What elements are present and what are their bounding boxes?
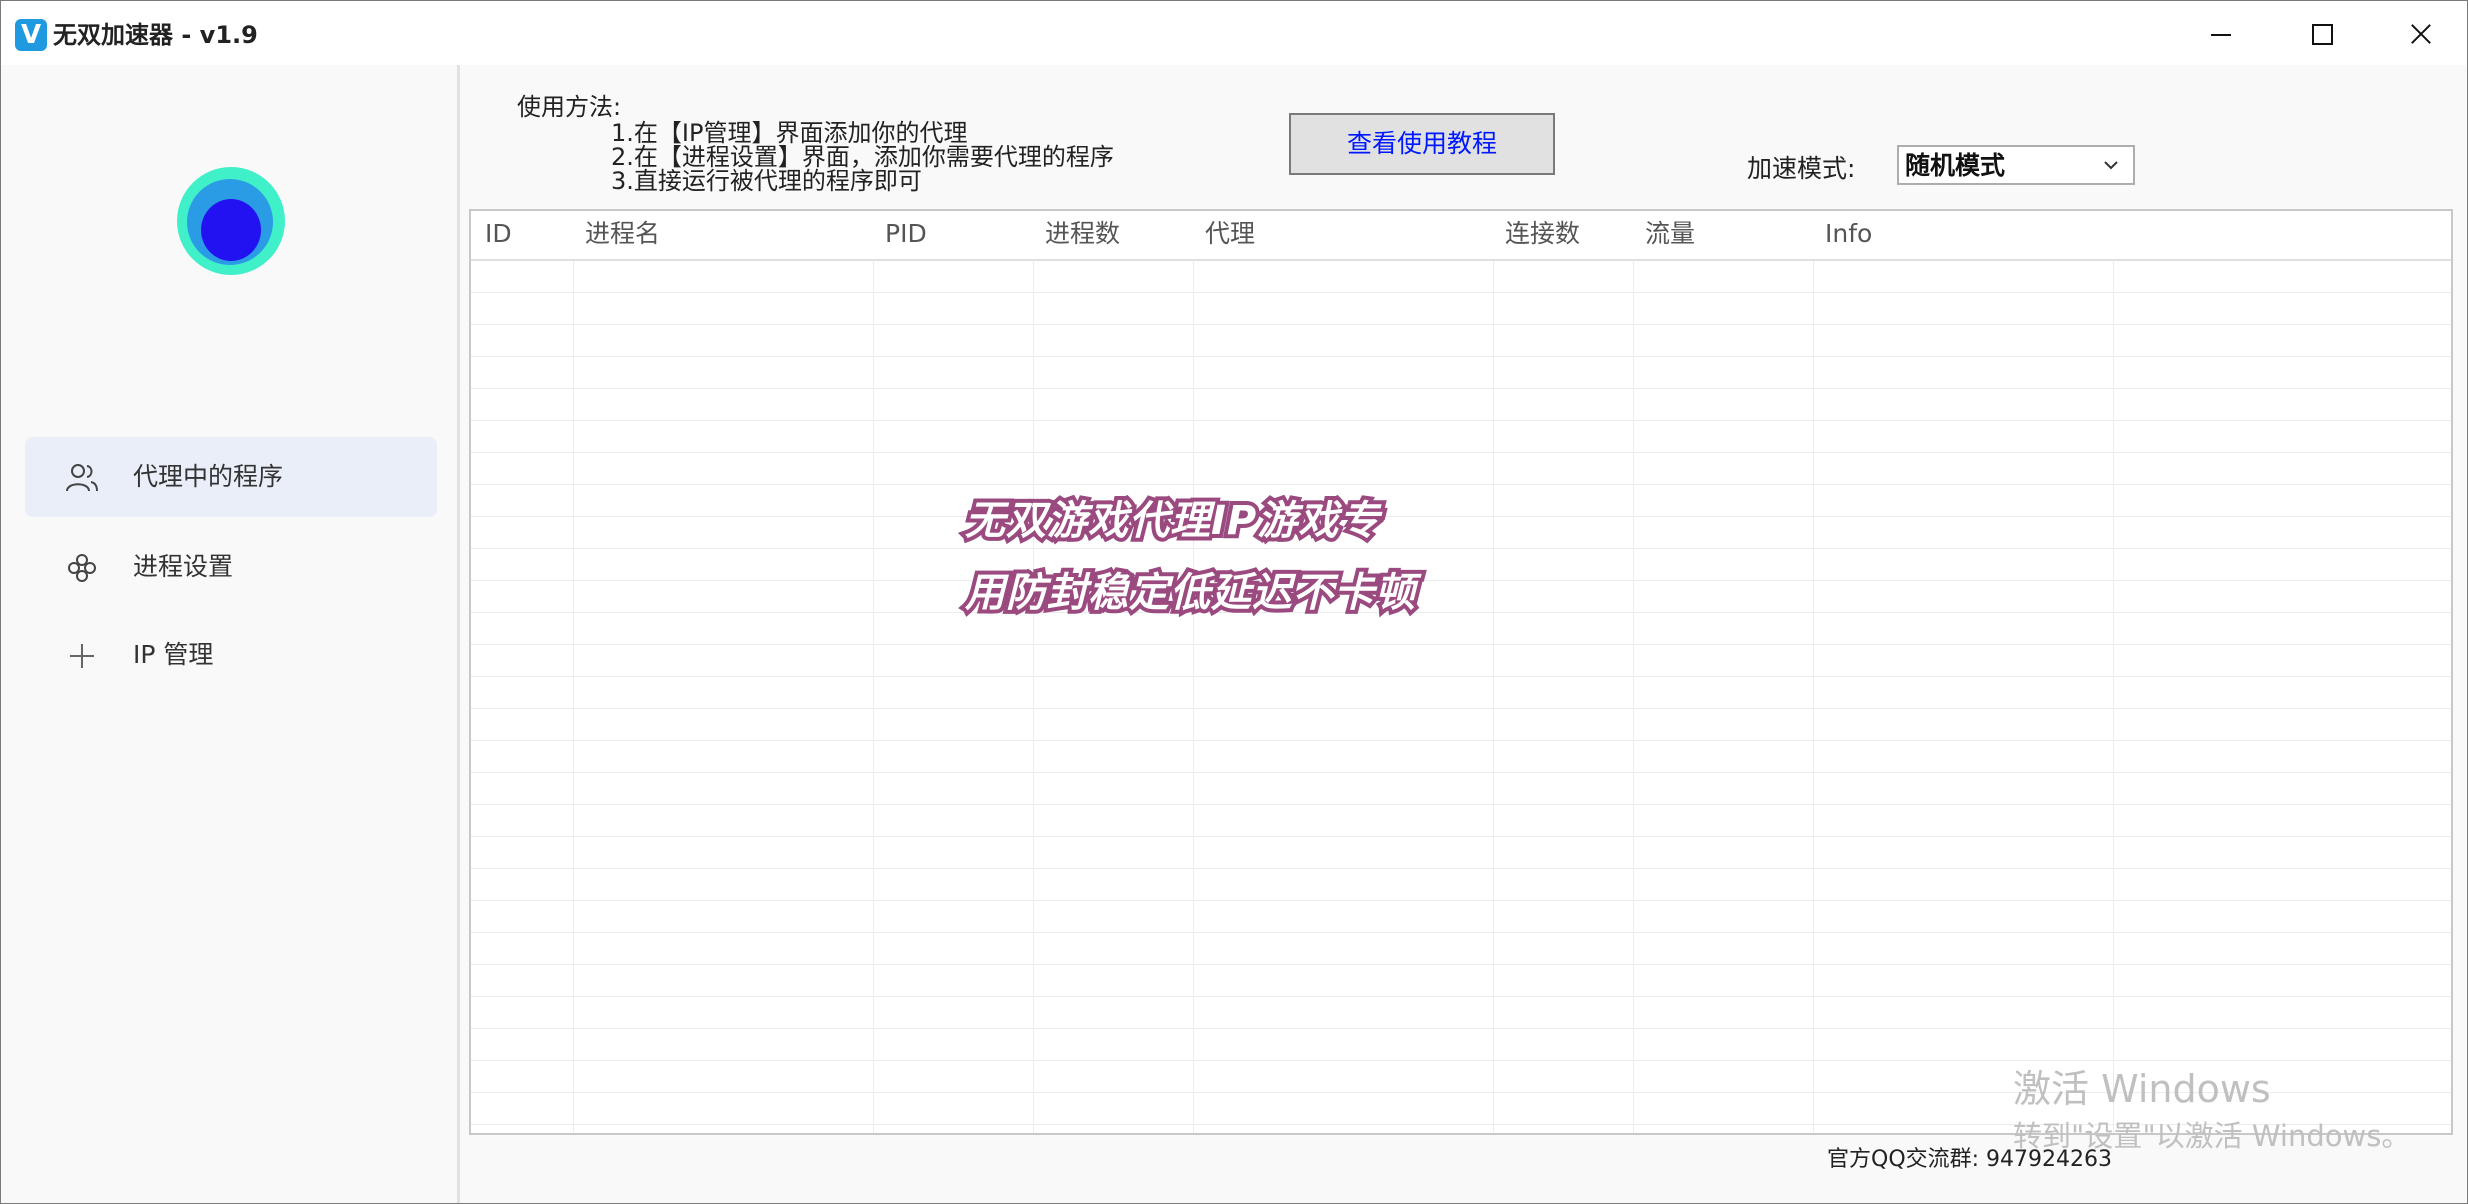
minimize-button[interactable] [2171, 1, 2271, 65]
sidebar-item-label: 进程设置 [133, 552, 234, 581]
usage-title: 使用方法: [517, 93, 622, 121]
process-table[interactable]: ID 进程名 PID 进程数 代理 连接数 流量 Info [469, 209, 2453, 1135]
promo-overlay-line1: 无双游戏代理IP游戏专 [961, 494, 1383, 548]
acceleration-mode-select[interactable]: 随机模式 [1897, 145, 2135, 185]
sidebar-item-process-settings[interactable]: 进程设置 [25, 527, 437, 607]
promo-overlay-line2: 用防封稳定低延迟不卡顿 [961, 566, 1419, 620]
column-divider [873, 261, 874, 1133]
column-divider [1493, 261, 1494, 1133]
column-divider [1813, 261, 1814, 1133]
sidebar-item-label: IP 管理 [133, 640, 214, 669]
activation-watermark-title: 激活 Windows [2013, 1067, 2271, 1111]
plus-icon [70, 644, 94, 668]
sidebar-item-label: 代理中的程序 [133, 462, 284, 491]
column-header-process-name[interactable]: 进程名 [585, 219, 660, 249]
column-divider [1193, 261, 1194, 1133]
title-bar[interactable]: V 无双加速器 - v1.9 [1, 1, 2467, 65]
brand-logo [177, 167, 285, 275]
column-header-traffic[interactable]: 流量 [1645, 219, 1695, 249]
window-title: 无双加速器 - v1.9 [53, 21, 258, 49]
maximize-button[interactable] [2271, 1, 2371, 65]
close-button[interactable] [2371, 1, 2468, 65]
usage-step: 3.直接运行被代理的程序即可 [611, 167, 922, 195]
app-logo-icon: V [15, 19, 47, 51]
view-tutorial-button[interactable]: 查看使用教程 [1289, 113, 1555, 175]
column-divider [2113, 261, 2114, 1133]
usage-step: 2.在【进程设置】界面，添加你需要代理的程序 [611, 143, 1114, 171]
sidebar-item-proxied-programs[interactable]: 代理中的程序 [25, 437, 437, 517]
app-window: V 无双加速器 - v1.9 代理中的程序 进程设置 IP 管理 使用方法: 1… [0, 0, 2468, 1204]
column-header-pid[interactable]: PID [885, 219, 927, 249]
activation-watermark-subtitle: 转到"设置"以激活 Windows。 [2013, 1119, 2411, 1153]
brand-logo-ring [187, 179, 273, 265]
column-divider [1633, 261, 1634, 1133]
process-settings-icon [68, 554, 96, 582]
acceleration-mode-label: 加速模式: [1747, 154, 1856, 183]
column-header-process-count[interactable]: 进程数 [1045, 219, 1120, 249]
brand-logo-core [201, 199, 261, 261]
column-header-proxy[interactable]: 代理 [1205, 219, 1255, 249]
column-divider [1033, 261, 1034, 1133]
column-header-id[interactable]: ID [485, 219, 512, 249]
column-header-connections[interactable]: 连接数 [1505, 219, 1580, 249]
sidebar-item-ip-management[interactable]: IP 管理 [25, 615, 437, 695]
acceleration-mode-value: 随机模式 [1905, 151, 2006, 180]
chevron-down-icon [2104, 161, 2118, 170]
user-icon [66, 464, 98, 492]
table-body [471, 261, 2451, 1133]
sidebar: 代理中的程序 进程设置 IP 管理 [1, 65, 460, 1203]
column-divider [573, 261, 574, 1133]
usage-step: 1.在【IP管理】界面添加你的代理 [611, 119, 968, 147]
table-header: ID 进程名 PID 进程数 代理 连接数 流量 Info [471, 211, 2451, 261]
column-header-info[interactable]: Info [1825, 219, 1872, 249]
